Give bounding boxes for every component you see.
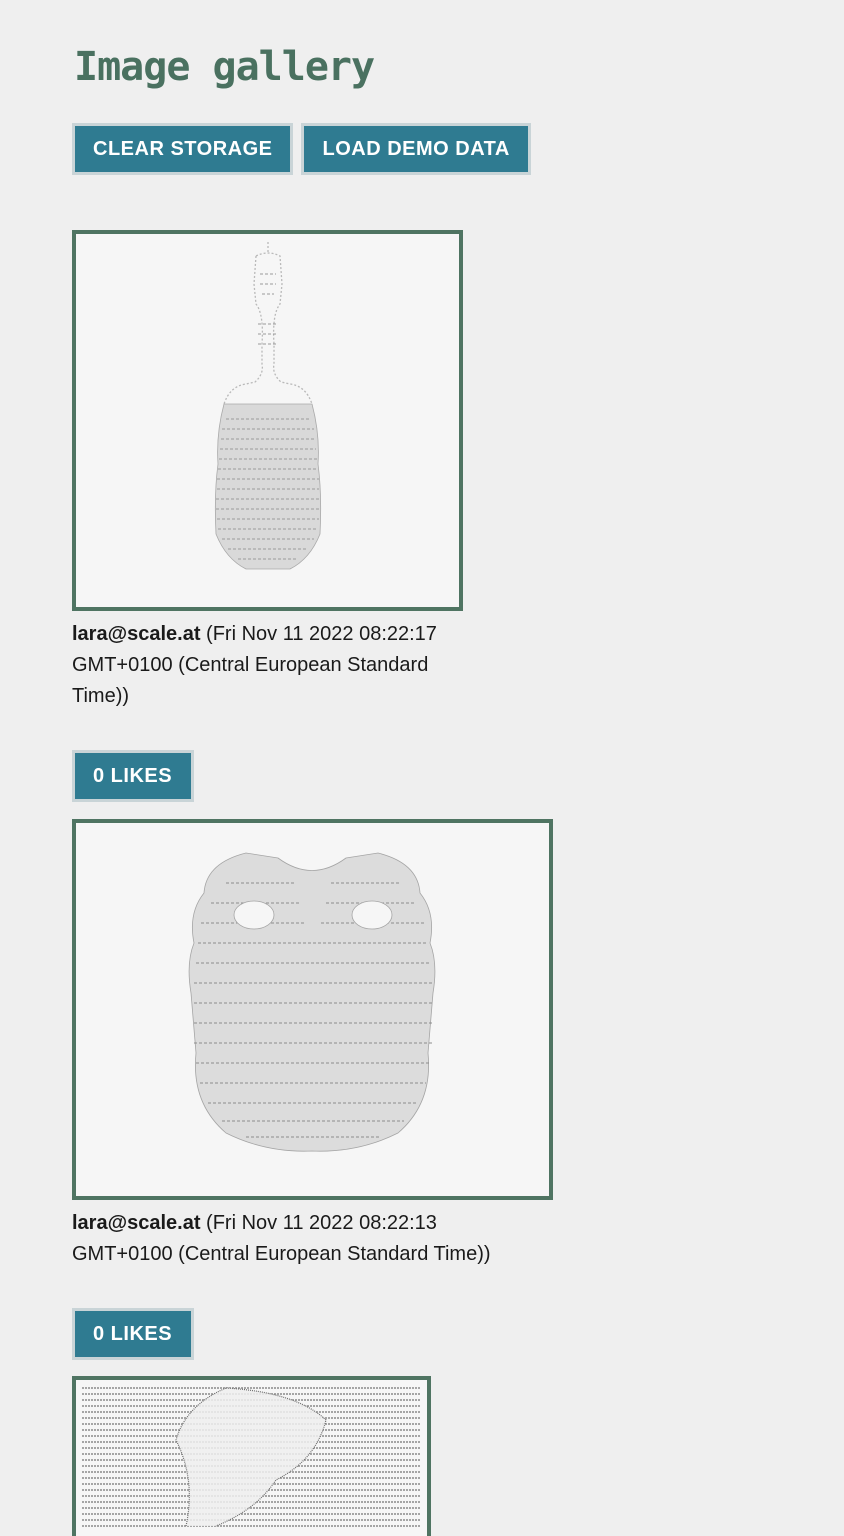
gallery-item: lara@scale.at (Fri Nov 11 2022 08:22:17 … — [72, 230, 463, 802]
ascii-art-image — [82, 1387, 421, 1527]
post-date: (Fri Nov 11 2022 08:22:13 — [200, 1212, 437, 1234]
gallery-item — [72, 1376, 431, 1536]
post-date-cont: Time)) — [72, 685, 130, 707]
gallery-item: lara@scale.at (Fri Nov 11 2022 08:22:13 … — [72, 819, 553, 1360]
gallery-image[interactable] — [72, 230, 463, 611]
like-button[interactable]: 0 LIKES — [72, 1308, 194, 1360]
post-date-cont: GMT+0100 (Central European Standard Time… — [72, 1243, 491, 1265]
post-author: lara@scale.at — [72, 1212, 201, 1234]
like-button[interactable]: 0 LIKES — [72, 750, 194, 802]
post-author: lara@scale.at — [72, 623, 201, 645]
toolbar: CLEAR STORAGE LOAD DEMO DATA — [72, 123, 531, 175]
gallery-image[interactable] — [72, 819, 553, 1200]
ascii-art-image — [188, 852, 436, 1152]
ascii-art-image — [214, 242, 322, 570]
post-date: (Fri Nov 11 2022 08:22:17 — [200, 623, 437, 645]
page-title: Image gallery — [74, 44, 375, 90]
clear-storage-button[interactable]: CLEAR STORAGE — [72, 123, 294, 175]
post-meta: lara@scale.at (Fri Nov 11 2022 08:22:17 … — [72, 619, 463, 712]
post-meta: lara@scale.at (Fri Nov 11 2022 08:22:13 … — [72, 1208, 553, 1270]
gallery-image[interactable] — [72, 1376, 431, 1536]
post-date-cont: GMT+0100 (Central European Standard — [72, 654, 429, 676]
load-demo-data-button[interactable]: LOAD DEMO DATA — [301, 123, 531, 175]
